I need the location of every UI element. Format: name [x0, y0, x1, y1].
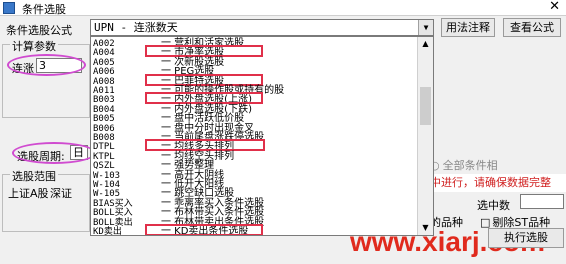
scroll-up-icon[interactable]: ▲	[418, 37, 433, 51]
view-formula-button[interactable]: 查看公式	[503, 18, 561, 37]
range-item-sz[interactable]: 深证	[50, 185, 72, 201]
highlight-box	[145, 73, 263, 86]
app-icon	[3, 2, 15, 14]
highlight-box	[145, 45, 263, 58]
selected-count-label: 选中数	[477, 199, 510, 212]
title-bar: 条件选股 ✕	[0, 0, 566, 16]
params-legend: 计算参数	[10, 38, 58, 54]
close-button[interactable]: ✕	[549, 0, 560, 14]
highlight-box	[145, 224, 263, 235]
scrollbar[interactable]: ▲ ▼	[417, 37, 433, 235]
scroll-down-icon[interactable]: ▼	[418, 221, 433, 235]
period-highlight	[12, 142, 96, 164]
all-conditions-radio[interactable]: 全部条件相	[430, 157, 498, 173]
window-title: 条件选股	[22, 3, 66, 16]
scroll-thumb[interactable]	[420, 87, 431, 125]
highlight-box	[145, 92, 263, 105]
execute-button[interactable]: 执行选股	[488, 228, 564, 248]
formula-dropdown-list[interactable]: A002 一 营利和活家选股 A004 一 市净率选股 A005 一 次新股选股 A006 一…	[90, 36, 434, 236]
selected-count-field[interactable]	[520, 194, 564, 209]
formula-label: 条件选股公式	[6, 24, 72, 37]
status-text: 中进行，请确保数据完整	[422, 174, 566, 192]
range-legend: 选股范围	[10, 168, 58, 184]
dropdown-item-code: KD卖出	[93, 227, 122, 236]
range-item-sh-a[interactable]: 上证A股	[8, 185, 49, 201]
chevron-down-icon[interactable]: ▼	[418, 20, 433, 35]
param-highlight	[7, 54, 86, 76]
formula-select[interactable]: UPN - 连涨数天 ▼	[90, 19, 434, 36]
usage-notes-button[interactable]: 用法注释	[441, 18, 495, 37]
highlight-box	[145, 139, 265, 152]
formula-selected-value: UPN - 连涨数天	[94, 21, 178, 34]
